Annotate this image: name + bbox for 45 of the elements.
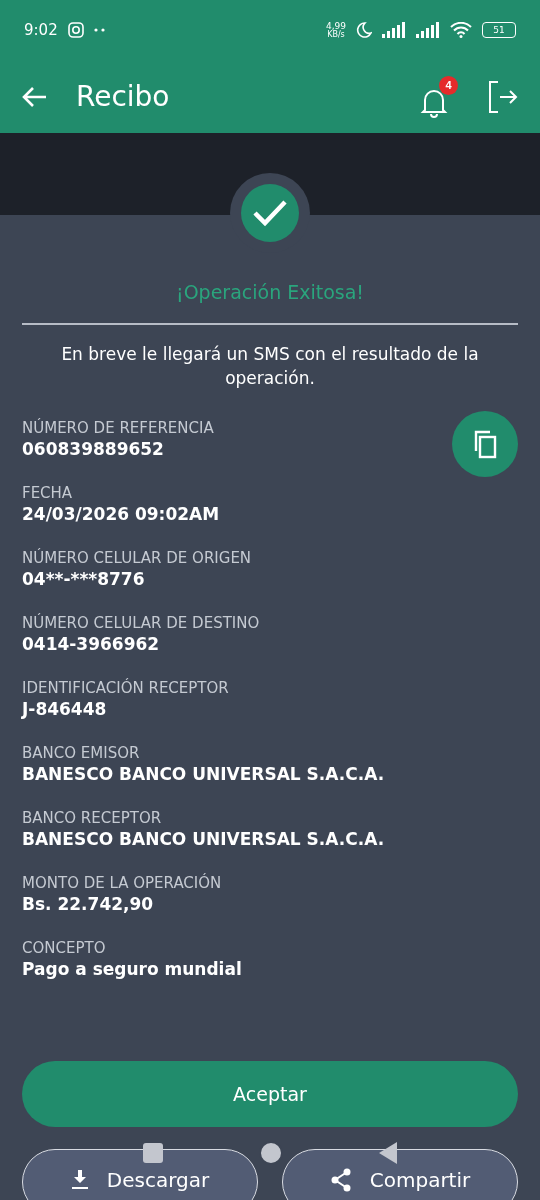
- field-value: 24/03/2026 09:02AM: [22, 503, 220, 524]
- checkmark-icon: [252, 199, 288, 227]
- sms-message: En breve le llegará un SMS con el resultado de la operación.: [60, 343, 480, 390]
- copy-icon: [472, 428, 498, 459]
- field-label: BANCO RECEPTOR: [22, 808, 163, 827]
- field-label: NÚMERO CELULAR DE DESTINO: [22, 613, 261, 632]
- field-label: FECHA: [22, 483, 74, 502]
- more-dots-icon: [93, 28, 106, 32]
- back-arrow-icon: [22, 85, 48, 108]
- field-label: NÚMERO CELULAR DE ORIGEN: [22, 548, 253, 567]
- logout-button[interactable]: [486, 79, 518, 114]
- back-button[interactable]: [22, 85, 48, 108]
- field-label: CONCEPTO: [22, 938, 107, 957]
- field-value: 060839889652: [22, 438, 164, 459]
- signal-icon: [382, 22, 406, 38]
- notification-badge: 4: [439, 75, 458, 95]
- moon-icon: [356, 22, 372, 38]
- field-value: Bs. 22.742,90: [22, 893, 154, 914]
- home-nav-icon[interactable]: [258, 1140, 284, 1166]
- battery-icon: 51: [482, 22, 516, 38]
- accept-button[interactable]: Aceptar: [22, 1060, 518, 1127]
- field-value: 04**-***8776: [22, 568, 145, 589]
- page-title: Recibo: [76, 80, 171, 113]
- signal-icon: [416, 22, 440, 38]
- share-button[interactable]: Compartir: [282, 1148, 518, 1200]
- download-icon: [70, 1170, 89, 1191]
- field-value: Pago a seguro mundial: [22, 958, 242, 979]
- field-value: BANESCO BANCO UNIVERSAL S.A.C.A.: [22, 828, 385, 849]
- success-title: ¡Operación Exitosa!: [175, 280, 365, 303]
- field-label: MONTO DE LA OPERACIÓN: [22, 873, 223, 892]
- download-button[interactable]: Descargar: [22, 1148, 258, 1200]
- field-value: J-846448: [22, 698, 107, 719]
- wifi-icon: [450, 22, 472, 38]
- back-nav-icon[interactable]: [379, 1142, 397, 1164]
- field-value: BANESCO BANCO UNIVERSAL S.A.C.A.: [22, 763, 385, 784]
- network-speed: 4,99 KB/s: [325, 21, 346, 39]
- logout-icon: [486, 79, 518, 114]
- field-label: BANCO EMISOR: [22, 743, 141, 762]
- share-icon: [329, 1168, 352, 1193]
- notifications-button[interactable]: 4: [420, 75, 458, 118]
- camera-app-icon: [67, 22, 84, 38]
- field-value: 0414-3966962: [22, 633, 160, 654]
- field-label: NÚMERO DE REFERENCIA: [22, 418, 215, 437]
- field-label: IDENTIFICACIÓN RECEPTOR: [22, 678, 230, 697]
- status-time: 9:02: [24, 21, 58, 39]
